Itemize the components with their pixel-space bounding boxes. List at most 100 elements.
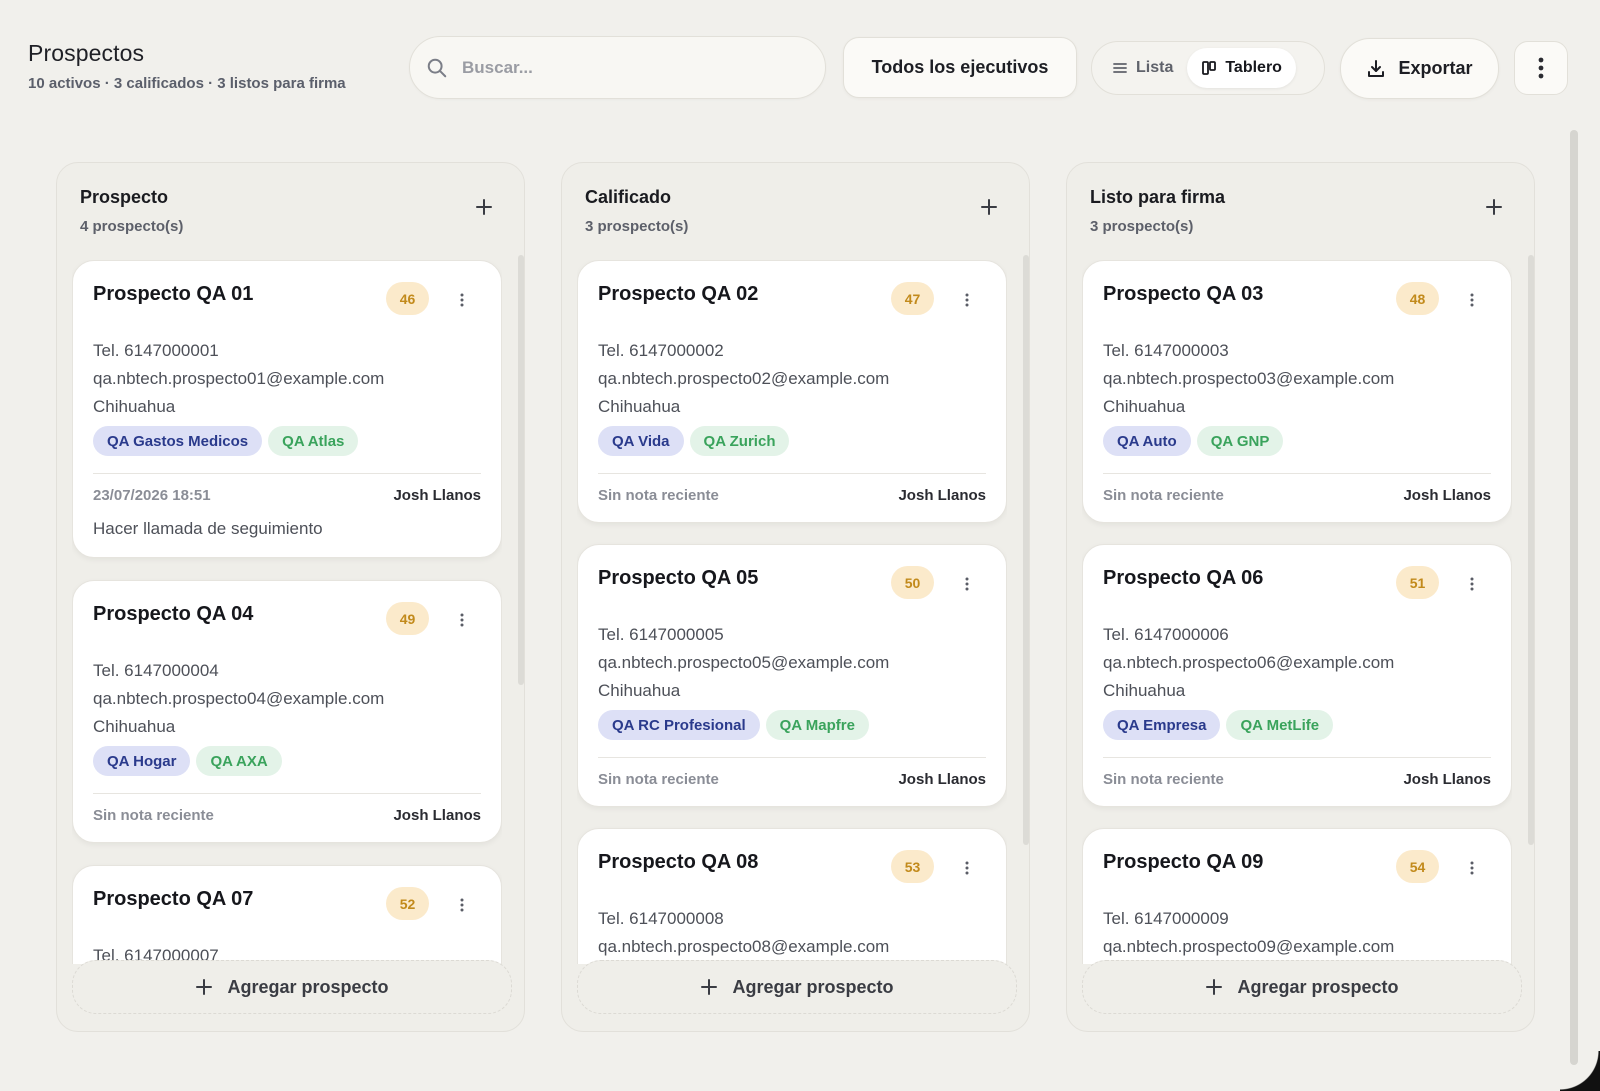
note-date: Sin nota reciente bbox=[1103, 487, 1224, 504]
prospect-card[interactable]: Prospecto QA 04 49 Tel. 6147000004 qa.nb… bbox=[72, 580, 502, 843]
card-menu-button[interactable] bbox=[1464, 288, 1480, 312]
insurer-tag: QA Mapfre bbox=[765, 710, 869, 740]
column-header: Calificado 3 prospecto(s) bbox=[585, 187, 688, 235]
owner-name: Josh Llanos bbox=[898, 771, 986, 788]
column-header: Prospecto 4 prospecto(s) bbox=[80, 187, 183, 235]
prospect-card[interactable]: Prospecto QA 01 46 Tel. 6147000001 qa.nb… bbox=[72, 260, 502, 558]
email: qa.nbtech.prospecto08@example.com bbox=[598, 937, 890, 956]
add-prospect-button[interactable]: Agregar prospecto bbox=[577, 960, 1017, 1014]
note-date: Sin nota reciente bbox=[598, 771, 719, 788]
view-board-label: Tablero bbox=[1225, 59, 1282, 76]
insurer-tag: QA MetLife bbox=[1226, 710, 1334, 740]
product-tag: QA Hogar bbox=[93, 746, 191, 776]
executive-filter-button[interactable]: Todos los ejecutivos bbox=[843, 37, 1077, 98]
product-tag: QA Gastos Medicos bbox=[93, 426, 263, 456]
add-card-button[interactable] bbox=[472, 195, 496, 219]
product-tag: QA Empresa bbox=[1103, 710, 1221, 740]
column-scrollbar[interactable] bbox=[1528, 255, 1534, 845]
more-vertical-icon bbox=[1470, 577, 1474, 591]
more-vertical-icon bbox=[1470, 293, 1474, 307]
more-vertical-icon bbox=[1470, 861, 1474, 875]
divider bbox=[1103, 473, 1491, 474]
card-menu-button[interactable] bbox=[959, 572, 975, 596]
product-tag: QA RC Profesional bbox=[598, 710, 760, 740]
prospect-card[interactable]: Prospecto QA 09 54 Tel. 6147000009 qa.nb… bbox=[1082, 828, 1512, 964]
owner-name: Josh Llanos bbox=[1403, 487, 1491, 504]
city: Chihuahua bbox=[93, 397, 176, 416]
add-prospect-button[interactable]: Agregar prospecto bbox=[72, 960, 512, 1014]
contact-info: Tel. 6147000004 qa.nbtech.prospecto04@ex… bbox=[93, 657, 384, 741]
score-badge: 50 bbox=[891, 566, 934, 599]
city: Chihuahua bbox=[598, 397, 681, 416]
product-tag: QA Auto bbox=[1103, 426, 1191, 456]
phone: Tel. 6147000001 bbox=[93, 341, 219, 360]
more-vertical-icon bbox=[965, 861, 969, 875]
city: Chihuahua bbox=[93, 717, 176, 736]
column-scrollbar[interactable] bbox=[518, 255, 524, 685]
page-subtitle: 10 activos · 3 calificados · 3 listos pa… bbox=[28, 75, 346, 92]
add-card-button[interactable] bbox=[977, 195, 1001, 219]
more-vertical-icon bbox=[460, 613, 464, 627]
email: qa.nbtech.prospecto04@example.com bbox=[93, 689, 385, 708]
search-box[interactable] bbox=[409, 36, 826, 99]
score-badge: 53 bbox=[891, 850, 934, 883]
insurer-tag: QA AXA bbox=[196, 746, 282, 776]
tag-list: QA Gastos Medicos QA Atlas bbox=[93, 426, 359, 456]
more-vertical-icon bbox=[965, 577, 969, 591]
tag-list: QA Empresa QA MetLife bbox=[1103, 710, 1334, 740]
contact-info: Tel. 6147000002 qa.nbtech.prospecto02@ex… bbox=[598, 337, 889, 421]
prospect-card[interactable]: Prospecto QA 02 47 Tel. 6147000002 qa.nb… bbox=[577, 260, 1007, 523]
export-button[interactable]: Exportar bbox=[1340, 38, 1499, 99]
more-vertical-icon bbox=[460, 898, 464, 912]
view-board-button[interactable]: Tablero bbox=[1187, 48, 1296, 88]
city: Chihuahua bbox=[598, 681, 681, 700]
column-scrollbar[interactable] bbox=[1023, 255, 1029, 845]
card-menu-button[interactable] bbox=[454, 288, 470, 312]
export-label: Exportar bbox=[1398, 58, 1473, 78]
card-menu-button[interactable] bbox=[959, 288, 975, 312]
phone: Tel. 6147000005 bbox=[598, 625, 724, 644]
plus-icon bbox=[1206, 979, 1223, 995]
card-menu-button[interactable] bbox=[1464, 856, 1480, 880]
score-badge: 49 bbox=[386, 602, 429, 635]
page-title: Prospectos bbox=[28, 40, 145, 66]
prospect-name: Prospecto QA 05 bbox=[598, 567, 759, 589]
plus-icon bbox=[981, 199, 997, 215]
add-prospect-button[interactable]: Agregar prospecto bbox=[1082, 960, 1522, 1014]
prospect-card[interactable]: Prospecto QA 08 53 Tel. 6147000008 qa.nb… bbox=[577, 828, 1007, 964]
score-badge: 46 bbox=[386, 282, 429, 315]
kanban-board: Prospecto 4 prospecto(s) Prospecto QA 01… bbox=[56, 162, 1536, 1032]
board-icon bbox=[1202, 61, 1217, 75]
phone: Tel. 6147000002 bbox=[598, 341, 724, 360]
tag-list: QA Auto QA GNP bbox=[1103, 426, 1284, 456]
prospect-card[interactable]: Prospecto QA 07 52 Tel. 6147000007 bbox=[72, 865, 502, 964]
add-prospect-label: Agregar prospecto bbox=[732, 976, 894, 997]
card-menu-button[interactable] bbox=[454, 893, 470, 917]
card-menu-button[interactable] bbox=[1464, 572, 1480, 596]
column-count: 4 prospecto(s) bbox=[80, 218, 184, 235]
divider bbox=[93, 793, 481, 794]
prospect-name: Prospecto QA 08 bbox=[598, 851, 759, 873]
more-options-button[interactable] bbox=[1514, 41, 1568, 95]
add-card-button[interactable] bbox=[1482, 195, 1506, 219]
page-scrollbar[interactable] bbox=[1570, 130, 1578, 1065]
prospect-card[interactable]: Prospecto QA 03 48 Tel. 6147000003 qa.nb… bbox=[1082, 260, 1512, 523]
owner-name: Josh Llanos bbox=[393, 807, 481, 824]
prospect-card[interactable]: Prospecto QA 05 50 Tel. 6147000005 qa.nb… bbox=[577, 544, 1007, 807]
owner-name: Josh Llanos bbox=[1403, 771, 1491, 788]
contact-info: Tel. 6147000001 qa.nbtech.prospecto01@ex… bbox=[93, 337, 384, 421]
top-bar: Prospectos 10 activos · 3 calificados · … bbox=[0, 0, 1600, 120]
plus-icon bbox=[701, 979, 718, 995]
phone: Tel. 6147000003 bbox=[1103, 341, 1229, 360]
view-list-button[interactable]: Lista bbox=[1098, 48, 1187, 88]
card-menu-button[interactable] bbox=[959, 856, 975, 880]
search-input[interactable] bbox=[462, 57, 792, 78]
insurer-tag: QA GNP bbox=[1196, 426, 1284, 456]
card-list: Prospecto QA 03 48 Tel. 6147000003 qa.nb… bbox=[1082, 260, 1512, 964]
note-date: Sin nota reciente bbox=[598, 487, 719, 504]
phone: Tel. 6147000008 bbox=[598, 909, 724, 928]
prospect-card[interactable]: Prospecto QA 06 51 Tel. 6147000006 qa.nb… bbox=[1082, 544, 1512, 807]
card-menu-button[interactable] bbox=[454, 608, 470, 632]
search-icon bbox=[427, 58, 447, 77]
email: qa.nbtech.prospecto03@example.com bbox=[1103, 369, 1395, 388]
